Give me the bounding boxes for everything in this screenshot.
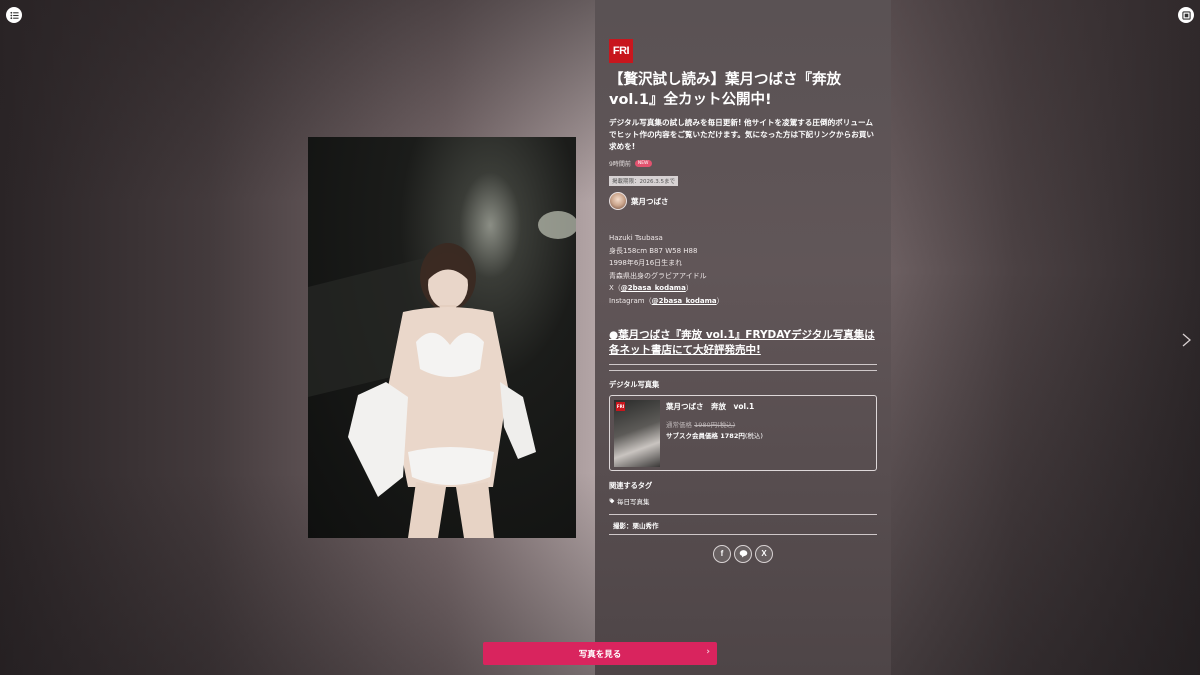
member-price-label: サブスク会員価格 — [666, 431, 718, 440]
author-name: 葉月つばさ — [631, 196, 669, 206]
line-icon — [739, 550, 747, 558]
chevron-right-icon[interactable] — [1180, 333, 1192, 347]
article-content: FRI 【贅沢試し読み】葉月つばさ『奔放 vol.1』全カット公開中! デジタル… — [609, 39, 877, 563]
published-time: 9時間前 — [609, 161, 631, 168]
deadline-badge: 掲載期限：2026.3.5まで — [609, 176, 678, 186]
model-photo-illustration — [308, 211, 576, 538]
promo-link[interactable]: ●葉月つばさ『奔放 vol.1』FRYDAYデジタル写真集は各ネット書店にて大好… — [609, 328, 877, 358]
author-link[interactable]: 葉月つばさ — [609, 192, 877, 210]
tags-label: 関連するタグ — [609, 480, 653, 490]
regular-price-value: 1980円(税込) — [694, 420, 736, 429]
x-icon: X — [761, 549, 767, 559]
instagram-handle-link[interactable]: @2basa_kodama — [652, 297, 717, 305]
background-right — [891, 0, 1200, 675]
article-lead: デジタル写真集の試し読みを毎日更新! 他サイトを凌駕する圧倒的ボリュームでヒット… — [609, 118, 875, 151]
x-handle-link[interactable]: @2basa_kodama — [621, 284, 686, 292]
product-info: 葉月つばさ 奔放 vol.1 通常価格 1980円(税込) サブスク会員価格 1… — [666, 400, 763, 466]
product-title: 葉月つばさ 奔放 vol.1 — [666, 401, 755, 411]
chevron-right-icon: › — [706, 647, 710, 657]
ig-prefix: Instagram（ — [609, 296, 652, 305]
new-badge: NEW — [634, 160, 652, 167]
member-price: サブスク会員価格 1782円(税込) — [666, 430, 763, 440]
gallery-icon — [1181, 10, 1191, 20]
article-meta: 9時間前 NEW — [609, 159, 877, 168]
share-buttons: f X — [609, 544, 877, 563]
line-share-button[interactable] — [734, 544, 752, 563]
regular-price-label: 通常価格 — [666, 420, 692, 429]
profile-x: X（@2basa_kodama） — [609, 282, 877, 295]
facebook-share-button[interactable]: f — [713, 544, 731, 563]
featured-photo — [308, 137, 576, 538]
view-photos-button[interactable]: 写真を見る › — [483, 642, 717, 665]
tag-icon — [609, 498, 615, 503]
avatar — [609, 192, 627, 210]
regular-price: 通常価格 1980円(税込) — [666, 419, 763, 429]
profile-block: Hazuki Tsubasa 身長158cm B87 W58 H88 1998年… — [609, 232, 877, 308]
view-photos-label: 写真を見る — [578, 649, 622, 660]
member-price-value: 1782円 — [720, 431, 745, 440]
divider — [609, 513, 877, 515]
x-prefix: X（ — [609, 284, 621, 293]
product-section-label: デジタル写真集 — [609, 379, 660, 389]
profile-instagram: Instagram（@2basa_kodama） — [609, 295, 877, 308]
x-share-button[interactable]: X — [755, 544, 773, 563]
product-thumbnail: FRI — [614, 399, 660, 467]
thumbnail-logo: FRI — [616, 401, 625, 411]
facebook-icon: f — [720, 549, 724, 559]
profile-birth: 1998年6月16日生まれ — [609, 259, 683, 268]
ig-suffix: ） — [716, 296, 724, 305]
profile-name-en: Hazuki Tsubasa — [609, 234, 663, 242]
photo-credit: 撮影：栗山秀作 — [613, 521, 659, 530]
site-logo[interactable]: FRI — [609, 39, 633, 63]
profile-stats: 身長158cm B87 W58 H88 — [609, 246, 698, 255]
divider — [609, 533, 877, 535]
tag-item[interactable]: 毎日写真集 — [609, 496, 877, 506]
x-suffix: ） — [685, 284, 693, 293]
divider — [609, 369, 877, 371]
article-title: 【贅沢試し読み】葉月つばさ『奔放 vol.1』全カット公開中! — [609, 72, 841, 108]
product-card[interactable]: FRI 葉月つばさ 奔放 vol.1 通常価格 1980円(税込) サブスク会員… — [609, 394, 877, 471]
gallery-button[interactable] — [1178, 7, 1194, 23]
list-icon — [9, 11, 19, 19]
menu-button[interactable] — [6, 7, 22, 23]
member-price-tax: (税込) — [744, 431, 763, 440]
profile-origin: 青森県出身のグラビアアイドル — [609, 271, 707, 280]
tag-label: 毎日写真集 — [617, 497, 650, 506]
divider — [609, 363, 877, 365]
